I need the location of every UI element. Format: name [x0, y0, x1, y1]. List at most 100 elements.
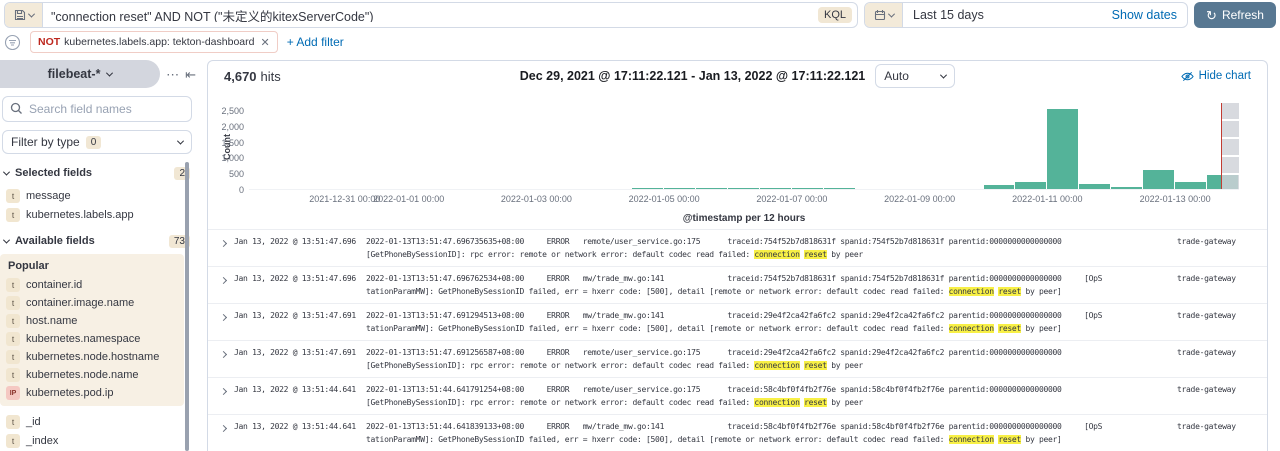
x-tick-label: 2022-01-11 00:00 [1012, 194, 1082, 204]
x-tick-label: 2022-01-01 00:00 [373, 194, 444, 204]
histogram-bar[interactable] [728, 188, 759, 189]
histogram-bar[interactable] [1079, 184, 1110, 189]
field-item-host.name[interactable]: thost.name [0, 312, 184, 330]
log-row: Jan 13, 2022 @ 13:51:47.6962022-01-13T13… [208, 266, 1267, 303]
show-dates-link[interactable]: Show dates [1112, 8, 1187, 22]
hide-chart-link[interactable]: Hide chart [1181, 70, 1251, 83]
row-app-label: trade-gateway [1177, 235, 1267, 266]
row-app-label: trade-gateway [1177, 309, 1267, 340]
row-timestamp: Jan 13, 2022 @ 13:51:44.641 [234, 420, 366, 451]
filter-options-icon[interactable] [4, 34, 21, 51]
field-item-kubernetes.node.hostname[interactable]: t kubernetes.node.hostname [0, 348, 184, 366]
hits-count: 4,670 [224, 69, 257, 84]
interval-select[interactable]: Auto [875, 64, 955, 88]
histogram-bar[interactable] [984, 185, 1015, 189]
field-name: kubernetes.namespace [26, 333, 140, 345]
field-item-container.id[interactable]: tcontainer.id [0, 276, 184, 294]
field-type-icon: t [6, 350, 20, 364]
histogram-chart: Count 05001,0001,5002,0002,500 2021-12-3… [208, 91, 1267, 226]
histogram-bar[interactable] [696, 188, 727, 189]
field-item-kubernetes.node.name[interactable]: tkubernetes.node.name [0, 366, 184, 384]
y-tick-label: 500 [229, 169, 244, 179]
histogram-bar[interactable] [1111, 187, 1142, 189]
saved-query-button[interactable] [5, 3, 43, 27]
refresh-button-label: Refresh [1222, 8, 1264, 22]
row-timestamp: Jan 13, 2022 @ 13:51:44.641 [234, 383, 366, 414]
kql-badge[interactable]: KQL [818, 7, 852, 23]
histogram-bar[interactable] [792, 188, 823, 189]
expand-row-icon[interactable] [218, 272, 234, 303]
log-row: Jan 13, 2022 @ 13:51:44.6412022-01-13T13… [208, 377, 1267, 414]
remove-filter-icon[interactable]: ✕ [260, 36, 269, 49]
histogram-bar[interactable] [664, 188, 695, 189]
calendar-button[interactable] [865, 3, 903, 27]
expand-row-icon[interactable] [218, 346, 234, 377]
expand-row-icon[interactable] [218, 383, 234, 414]
query-input-wrap: KQL [4, 2, 858, 28]
x-axis-ticks: 2021-12-31 00:002022-01-01 00:00 2022-01-… [249, 194, 1239, 206]
time-range-label[interactable]: Last 15 days [903, 8, 984, 22]
y-tick-label: 2,500 [221, 106, 244, 116]
index-options-icon[interactable]: ⋯ [166, 68, 179, 81]
chevron-down-icon [3, 236, 10, 243]
selected-fields-label: Selected fields [15, 167, 92, 179]
available-fields-header[interactable]: Available fields 73 [4, 232, 190, 250]
chevron-down-icon [106, 69, 113, 76]
expand-row-icon[interactable] [218, 309, 234, 340]
x-tick-label: 2022-01-13 00:00 [1140, 194, 1211, 204]
x-axis-title: @timestamp per 12 hours [249, 213, 1239, 224]
selected-fields-list: tmessagetkubernetes.labels.app [0, 186, 196, 224]
popular-fields-list: tcontainer.id t container.image.name thost.… [0, 276, 184, 402]
refresh-button[interactable]: ↻ Refresh [1194, 2, 1276, 28]
histogram-bar[interactable] [632, 188, 663, 189]
field-item-_id[interactable]: t_id [0, 412, 196, 431]
field-item-container.image.name[interactable]: t container.image.name [0, 294, 184, 312]
search-query-input[interactable] [43, 8, 818, 22]
field-name: kubernetes.labels.app [26, 209, 134, 221]
discover-main-panel: 4,670 hits Dec 29, 2021 @ 17:11:22.121 -… [207, 60, 1268, 451]
field-item-_index[interactable]: t _index [0, 431, 196, 450]
field-item-kubernetes.labels.app[interactable]: tkubernetes.labels.app [0, 205, 196, 224]
add-filter-link[interactable]: + Add filter [287, 35, 344, 49]
histogram-bar[interactable] [824, 188, 855, 189]
field-search-input[interactable] [2, 96, 192, 122]
collapse-sidebar-icon[interactable]: ⇤ [185, 68, 196, 81]
chevron-down-icon [887, 10, 894, 17]
expand-row-icon[interactable] [218, 235, 234, 266]
field-item-kubernetes.namespace[interactable]: tkubernetes.namespace [0, 330, 184, 348]
histogram-plot [249, 103, 1239, 190]
x-tick-label: 2022-01-09 00:00 [884, 194, 955, 204]
chevron-down-icon [940, 71, 947, 78]
histogram-bar[interactable] [760, 188, 791, 189]
search-icon [10, 102, 23, 115]
x-tick-label: 2021-12-31 00:00 [309, 194, 380, 204]
field-type-icon: t [6, 314, 20, 328]
histogram-bar[interactable] [1143, 170, 1174, 189]
chevron-down-icon [3, 168, 10, 175]
histogram-bar[interactable] [1015, 182, 1046, 189]
row-app-label: trade-gateway [1177, 383, 1267, 414]
filter-pill-tekton-dashboard[interactable]: NOT kubernetes.labels.app: tekton-dashbo… [30, 31, 278, 53]
available-fields-label: Available fields [15, 235, 95, 247]
field-name: _index [26, 435, 58, 447]
histogram-bar[interactable] [1047, 109, 1078, 189]
field-name: container.image.name [26, 297, 134, 309]
field-type-icon: t [6, 434, 20, 448]
field-type-icon: t [6, 415, 20, 429]
field-type-icon: t [6, 296, 20, 310]
selected-fields-header[interactable]: Selected fields 2 [4, 164, 190, 182]
row-message: 2022-01-13T13:51:47.691294513+08:00 ERRO… [366, 309, 1177, 340]
field-item-kubernetes.pod.ip[interactable]: IP kubernetes.pod.ip [0, 384, 184, 402]
filter-by-type-select[interactable]: Filter by type 0 [2, 130, 192, 154]
query-bar: KQL Last 15 days Show dates ↻ Refresh [4, 2, 1276, 28]
index-pattern-select[interactable]: filebeat-* [0, 60, 160, 88]
histogram-bar[interactable] [1175, 182, 1206, 189]
expand-row-icon[interactable] [218, 420, 234, 451]
sidebar-scrollbar[interactable] [185, 162, 189, 451]
x-tick-label: 2022-01-07 00:00 [756, 194, 827, 204]
field-type-icon: t [6, 189, 20, 203]
field-name: kubernetes.pod.ip [26, 387, 113, 399]
field-item-message[interactable]: tmessage [0, 186, 196, 205]
field-name: kubernetes.node.hostname [26, 351, 159, 363]
field-type-icon: IP [6, 386, 20, 400]
